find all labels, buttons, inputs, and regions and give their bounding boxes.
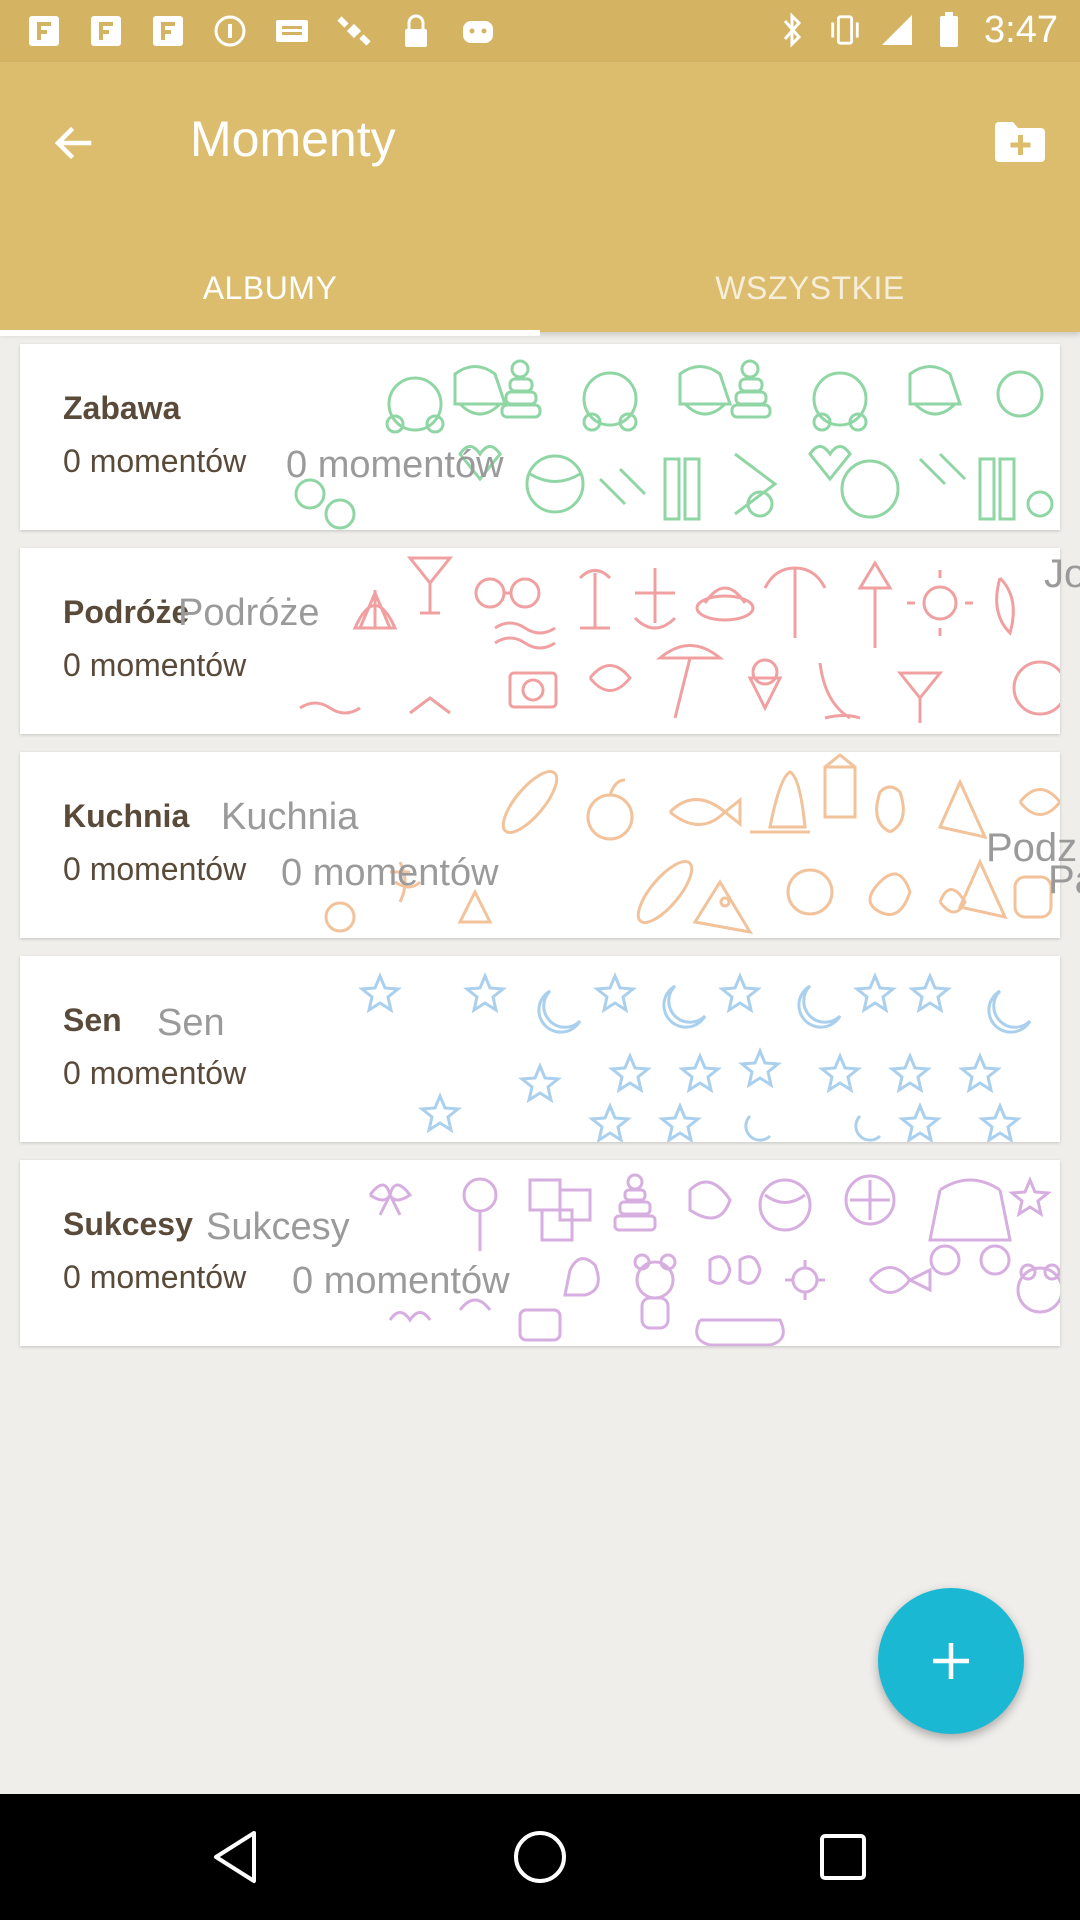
- android-icon: [458, 12, 498, 50]
- app-bar: Momenty ALBUMY WSZYSTKIE: [0, 62, 1080, 336]
- album-count: 0 momentów: [63, 443, 247, 479]
- night-pattern-image: [358, 972, 1032, 1142]
- album-count: 0 momentów: [63, 647, 247, 683]
- plus-icon: [933, 1643, 969, 1679]
- status-time: 3:47: [984, 8, 1058, 51]
- nav-home-button[interactable]: [505, 1822, 575, 1892]
- page-title: Momenty: [190, 111, 396, 167]
- album-card-kuchnia[interactable]: Kuchnia 0 momentów Kuchnia 0 momentów: [20, 752, 1060, 938]
- lock-icon: [396, 12, 436, 50]
- ghost-name-text: Kuchnia: [221, 796, 359, 838]
- album-card-sukcesy[interactable]: Sukcesy 0 momentów Sukcesy 0 momentów: [20, 1160, 1060, 1346]
- vibrate-icon: [828, 8, 862, 52]
- home-circle-icon: [514, 1831, 566, 1883]
- tab-indicator: [0, 330, 540, 336]
- tab-albumy[interactable]: ALBUMY: [0, 244, 540, 332]
- ghost-edge-text: Pa: [1048, 858, 1080, 902]
- ghost-count-text: 0 momentów: [281, 852, 499, 894]
- satellite-icon: [334, 12, 374, 50]
- album-card-zabawa[interactable]: Zabawa 0 momentów 0 momentów: [20, 344, 1060, 530]
- notification-icons: [24, 12, 498, 50]
- recents-square-icon: [820, 1834, 866, 1880]
- nav-back-button[interactable]: [200, 1822, 270, 1892]
- add-moment-fab[interactable]: [878, 1588, 1024, 1734]
- ghost-name-text: Sukcesy: [206, 1206, 350, 1248]
- ghost-count-text: 0 momentów: [292, 1260, 510, 1302]
- bluetooth-icon: [776, 8, 810, 52]
- system-icons: 3:47: [776, 8, 1058, 52]
- app-notification-icon: [148, 12, 188, 50]
- battery-icon: [932, 8, 966, 52]
- app-notification-icon: [24, 12, 64, 50]
- arrow-left-icon: [54, 126, 92, 160]
- travel-pattern-image: [299, 556, 1060, 723]
- ghost-name-text: Podróże: [178, 592, 320, 634]
- nav-recents-button[interactable]: [808, 1822, 878, 1892]
- toys-pattern-image: [294, 359, 1054, 530]
- info-icon: [210, 12, 250, 50]
- back-button[interactable]: [38, 108, 108, 178]
- album-list: Zabawa 0 momentów 0 momentów Podróże 0 m…: [20, 344, 1060, 1364]
- mail-icon: [272, 12, 312, 50]
- tab-wszystkie[interactable]: WSZYSTKIE: [540, 244, 1080, 332]
- album-count: 0 momentów: [63, 1055, 247, 1091]
- album-name: Kuchnia: [63, 798, 190, 834]
- ghost-edge-text: Jo: [1044, 552, 1080, 596]
- status-bar: 3:47: [0, 0, 1080, 62]
- signal-icon: [880, 8, 914, 52]
- system-navigation-bar: [0, 1794, 1080, 1920]
- food-pattern-image: [324, 753, 1060, 935]
- album-info: Kuchnia 0 momentów: [63, 798, 246, 888]
- ghost-name-text: Sen: [157, 1002, 225, 1044]
- folder-plus-icon: [995, 122, 1045, 162]
- baby-pattern-image: [368, 1173, 1060, 1346]
- album-card-sen[interactable]: Sen 0 momentów Sen: [20, 956, 1060, 1142]
- app-notification-icon: [86, 12, 126, 50]
- album-info: Zabawa 0 momentów: [63, 390, 246, 480]
- album-count: 0 momentów: [63, 1259, 247, 1295]
- add-album-button[interactable]: [982, 104, 1058, 180]
- album-name: Zabawa: [63, 390, 181, 426]
- album-card-podroze[interactable]: Podróże 0 momentów Podróże: [20, 548, 1060, 734]
- ghost-count-text: 0 momentów: [286, 444, 504, 486]
- back-triangle-icon: [214, 1831, 256, 1883]
- album-count: 0 momentów: [63, 851, 247, 887]
